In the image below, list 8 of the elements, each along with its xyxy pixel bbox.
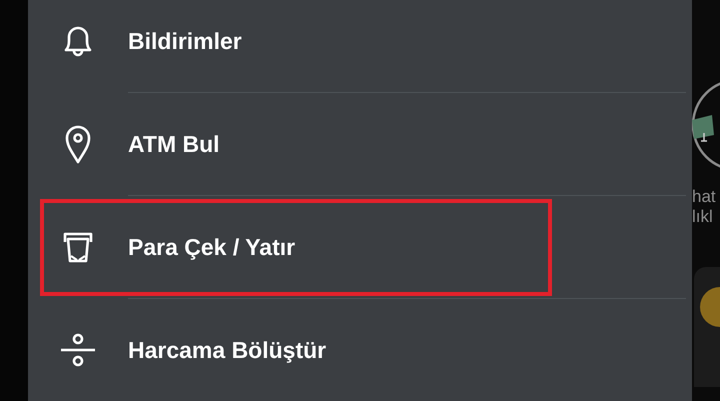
location-pin-icon [64,124,92,164]
category-label: hat [692,187,717,207]
category-label: lıkl [692,207,714,227]
menu-item[interactable]: Para Çek / Yatır [128,234,296,260]
menu-item[interactable]: Bildirimler [128,28,242,54]
menu-item[interactable]: Harcama Bölüştür [128,336,326,364]
divide-icon [58,332,98,368]
menu-item[interactable]: ATM Bul [128,130,220,158]
